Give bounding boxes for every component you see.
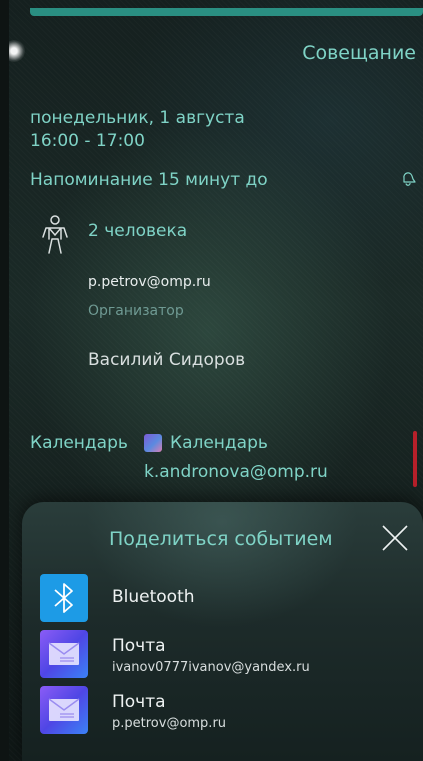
event-details-screen: Совещание понедельник, 1 августа 16:00 -… xyxy=(9,0,423,761)
calendar-label: Календарь xyxy=(30,433,128,453)
event-date: понедельник, 1 августа xyxy=(30,108,245,128)
calendar-account: k.andronova@omp.ru xyxy=(144,462,328,482)
scroll-indicator xyxy=(413,431,417,487)
mail-icon xyxy=(40,686,88,734)
pulley-menu-glow xyxy=(9,40,25,62)
event-datetime: понедельник, 1 августа 16:00 - 17:00 xyxy=(30,107,245,153)
share-option-account: p.petrov@omp.ru xyxy=(112,716,227,731)
share-sheet: Поделиться событием Bluetooth Почта ivan… xyxy=(22,502,423,761)
participants-count[interactable]: 2 человека xyxy=(88,221,187,241)
mail-icon xyxy=(40,630,88,678)
calendar-name: Календарь xyxy=(170,433,268,453)
event-title: Совещание xyxy=(302,42,416,64)
bluetooth-icon xyxy=(40,574,88,622)
pulley-top-indicator xyxy=(30,8,423,16)
close-icon[interactable] xyxy=(379,522,411,554)
person-icon xyxy=(42,215,68,254)
calendar-color-icon xyxy=(144,434,162,452)
share-option-title: Почта xyxy=(112,636,166,656)
share-option-account: ivanov0777ivanov@yandex.ru xyxy=(112,660,310,675)
share-sheet-title: Поделиться событием xyxy=(109,528,333,550)
alarm-icon xyxy=(403,172,416,186)
share-option-bluetooth[interactable]: Bluetooth xyxy=(40,574,410,626)
share-option-mail-petrov[interactable]: Почта p.petrov@omp.ru xyxy=(40,686,410,738)
reminder-text[interactable]: Напоминание 15 минут до xyxy=(30,170,268,190)
share-option-mail-ivanov[interactable]: Почта ivanov0777ivanov@yandex.ru xyxy=(40,630,410,682)
organizer-email[interactable]: p.petrov@omp.ru xyxy=(88,274,211,290)
share-option-title: Почта xyxy=(112,692,166,712)
organizer-role: Организатор xyxy=(88,303,184,319)
event-time: 16:00 - 17:00 xyxy=(30,131,145,151)
share-option-title: Bluetooth xyxy=(112,587,195,607)
attendee-name[interactable]: Василий Сидоров xyxy=(88,350,245,370)
